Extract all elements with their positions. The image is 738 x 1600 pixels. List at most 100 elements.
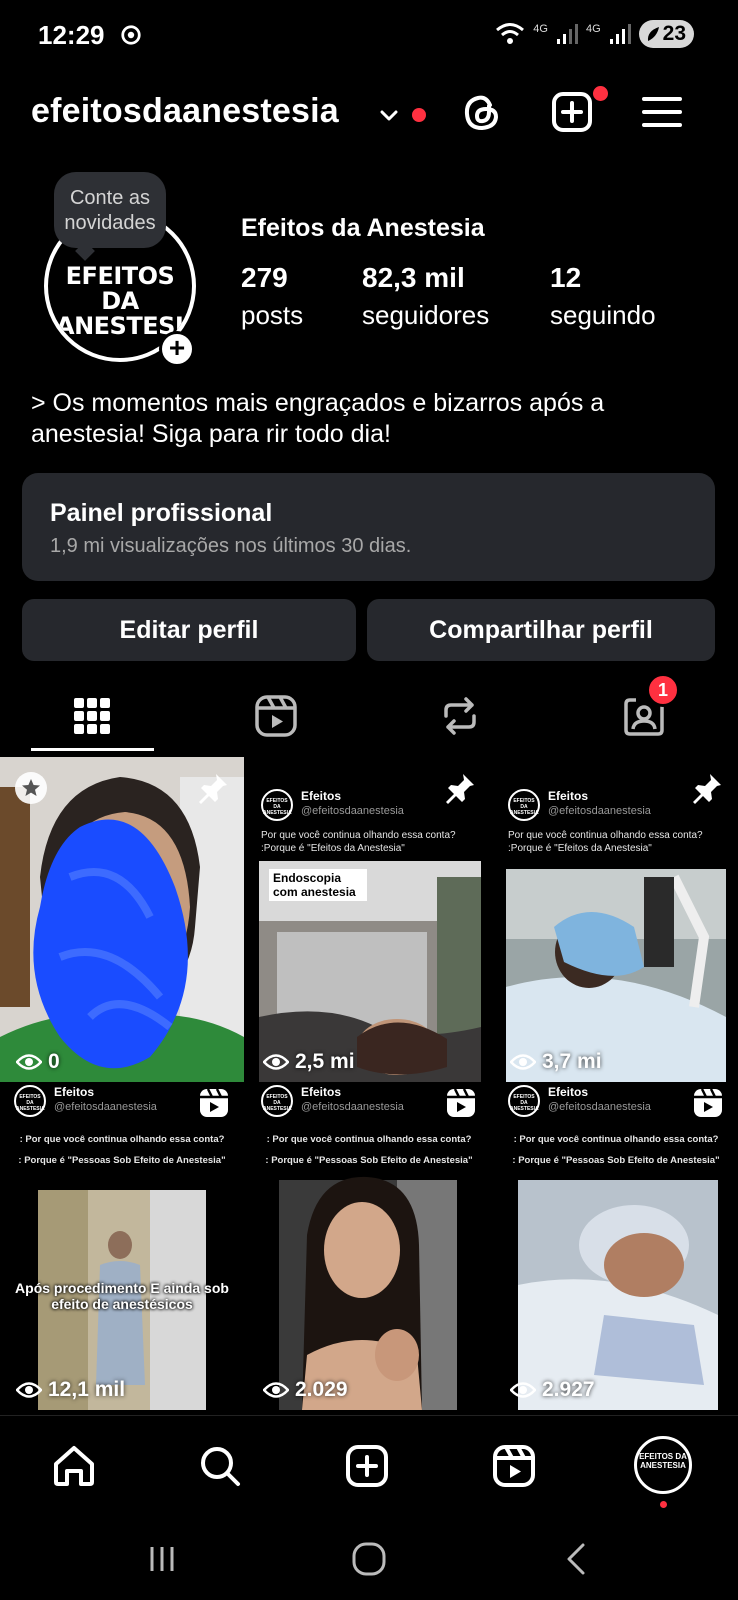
recent-apps-icon[interactable] [142,1539,182,1579]
post-author-name: Efeitos [548,789,589,803]
post-author-handle: @efeitosdaanestesia [548,1101,651,1113]
reels-icon [255,695,297,737]
battery-level: 23 [662,22,686,45]
post-question: : Por que você continua olhando essa con… [19,1134,225,1145]
panel-title: Painel profissional [50,499,273,527]
post-caption: Após procedimento E ainda sob efeito de … [15,1280,229,1312]
post-answer: :Porque é "Efeitos da Anestesia" [261,843,405,854]
display-name: Efeitos da Anestesia [241,214,485,242]
mini-logo: EFEITOS DA ANESTESIA [508,1085,540,1117]
view-count-value: 0 [48,1050,60,1073]
posts-stat[interactable]: 279 posts [241,262,303,331]
battery-indicator: 23 [638,20,694,48]
post-author-name: Efeitos [301,1085,342,1099]
profile-avatar-nav[interactable]: EFEITOS DA ANESTESIA [634,1436,692,1494]
add-story-button[interactable]: + [159,331,195,367]
reels-icon[interactable] [490,1442,538,1490]
status-bar: 12:29 4G 4G 23 [0,0,738,70]
stat-value: 82,3 mil [362,262,465,293]
battery-saver-icon [647,27,659,41]
post-question: Por que você continua olhando essa conta… [261,830,456,841]
reel-indicator-icon [200,1088,228,1117]
stat-value: 12 [550,262,582,293]
favorite-star-icon [15,772,47,804]
tagged-badge: 1 [646,673,680,707]
eye-icon [16,1054,42,1070]
notes-tooltip[interactable]: Conte as novidades [54,172,166,248]
view-count-value: 12,1 mil [48,1378,126,1401]
post-answer: : Porque é "Pessoas Sob Efeito de Aneste… [512,1155,720,1166]
repost-icon [444,697,476,735]
home-icon[interactable] [50,1442,98,1490]
edit-profile-button[interactable]: Editar perfil [22,599,356,661]
post-author-handle: @efeitosdaanestesia [54,1101,157,1113]
eye-icon [510,1054,536,1070]
tab-reposts[interactable] [368,680,552,752]
post-tile[interactable]: EFEITOS DA ANESTESIA Efeitos @efeitosdaa… [494,1085,738,1410]
menu-icon[interactable] [638,88,686,136]
view-count: 2.029 [263,1378,348,1402]
status-indicators: 4G 4G 23 [495,20,694,48]
eye-icon [263,1382,289,1398]
grid-icon [74,698,110,734]
stat-label: posts [241,300,304,330]
following-stat[interactable]: 12 seguindo [550,262,656,331]
view-count: 12,1 mil [16,1378,125,1402]
profile-tabs [0,680,738,752]
view-count: 2.927 [510,1378,595,1402]
post-author-name: Efeitos [301,789,342,803]
post-text: Por que você continua olhando essa conta… [508,829,728,855]
professional-dashboard[interactable]: Painel profissional 1,9 mi visualizações… [22,473,715,581]
post-thumbnail [0,757,244,1082]
view-count-value: 2.927 [542,1378,595,1401]
post-question: Por que você continua olhando essa conta… [508,830,703,841]
post-author-name: Efeitos [54,1085,95,1099]
back-icon[interactable] [557,1539,597,1579]
reel-indicator-icon [447,1088,475,1117]
reel-indicator-icon [694,1088,722,1117]
avatar-logo-text: EFEITOS DA ANESTESIA [56,262,196,340]
chevron-down-icon[interactable] [378,104,400,126]
search-icon[interactable] [196,1442,244,1490]
stat-label: seguidores [362,300,490,330]
view-count-value: 2,5 mi [295,1050,355,1073]
followers-stat[interactable]: 82,3 mil seguidores [362,262,489,331]
panel-subtitle: 1,9 mi visualizações nos últimos 30 dias… [50,535,412,557]
pin-icon [446,774,474,804]
post-text: : Por que você continua olhando essa con… [257,1133,481,1167]
post-author-handle: @efeitosdaanestesia [301,805,404,817]
tab-posts-grid[interactable] [0,680,184,752]
post-answer: :Porque é "Efeitos da Anestesia" [508,843,652,854]
post-author-name: Efeitos [548,1085,589,1099]
post-tile[interactable]: EFEITOS DA ANESTESIA Efeitos @efeitosdaa… [247,1085,491,1410]
tab-reels[interactable] [184,680,368,752]
active-profile-dot [660,1501,667,1508]
view-count-value: 2.029 [295,1378,348,1401]
eye-icon [16,1382,42,1398]
network-label: 4G [585,23,601,35]
create-icon[interactable] [343,1442,391,1490]
pin-icon [199,774,227,804]
username[interactable]: efeitosdaanestesia [31,92,339,131]
post-author-handle: @efeitosdaanestesia [548,805,651,817]
home-button-icon[interactable] [349,1539,389,1579]
post-tile[interactable]: EFEITOS DA ANESTESIA Efeitos @efeitosdaa… [494,757,738,1082]
mini-logo: EFEITOS DA ANESTESIA [261,1085,293,1117]
create-post-icon[interactable] [548,88,596,136]
stat-label: seguindo [550,300,656,330]
post-caption: Endoscopia com anestesia [269,869,367,901]
post-answer: : Porque é "Pessoas Sob Efeito de Aneste… [18,1155,226,1166]
share-profile-button[interactable]: Compartilhar perfil [367,599,715,661]
network-label: 4G [533,23,548,35]
post-answer: : Porque é "Pessoas Sob Efeito de Aneste… [265,1155,473,1166]
tab-tagged[interactable] [552,680,736,752]
wifi-icon [496,23,525,44]
post-text: : Por que você continua olhando essa con… [504,1133,728,1167]
threads-icon[interactable] [458,88,506,136]
post-tile[interactable]: EFEITOS DA ANESTESIA Efeitos @efeitosdaa… [247,757,491,1082]
system-navigation [0,1515,738,1600]
post-tile[interactable]: 0 [0,757,244,1082]
notification-dot [412,108,426,122]
mini-logo: EFEITOS DA ANESTESIA [508,789,540,821]
post-tile[interactable]: EFEITOS DA ANESTESIA Efeitos @efeitosdaa… [0,1085,244,1410]
